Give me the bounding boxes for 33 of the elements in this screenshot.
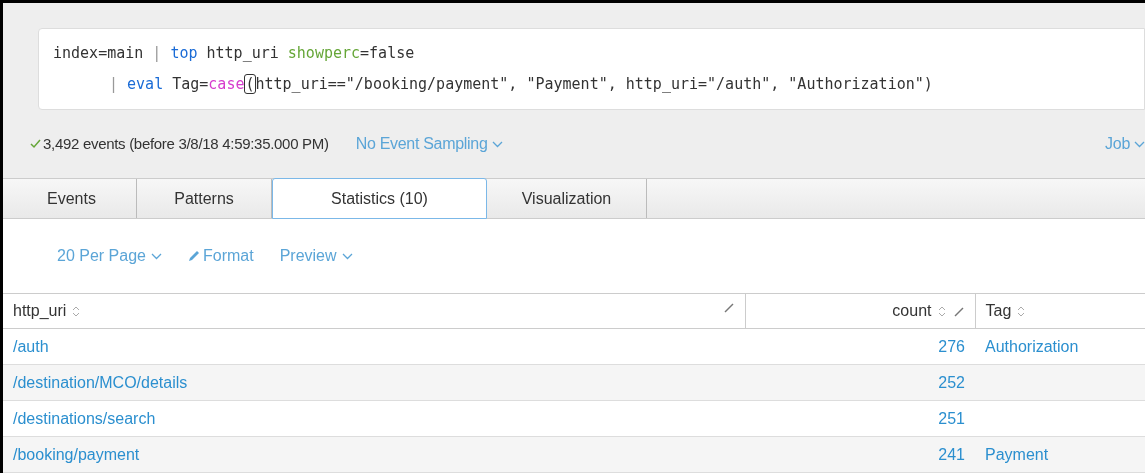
table-cell-link[interactable]: 276	[938, 337, 965, 355]
sort-icon	[1017, 305, 1026, 317]
query-line: index=main | top http_uri showperc=false	[53, 43, 416, 64]
per-page-dropdown[interactable]: 20 Per Page	[57, 244, 162, 269]
search-query-field[interactable]: index=main | top http_uri showperc=false | eval Tag=case(http_uri=="/booking/payment", "Payment", http_uri="/auth", "Authorization")	[38, 28, 1145, 110]
table-cell-link[interactable]: Payment	[985, 445, 1049, 463]
column-header[interactable]: Tag	[975, 293, 1145, 329]
tab[interactable]: Events	[7, 179, 137, 219]
check-icon	[30, 139, 41, 149]
query-line: | eval Tag=case(http_uri=="/booking/payment", "Payment", http_uri="/auth", "Authorization")	[108, 73, 934, 96]
tab[interactable]: Statistics (10)	[272, 178, 487, 220]
column-header[interactable]: http_uri	[3, 293, 745, 329]
preview-dropdown[interactable]: Preview	[279, 244, 353, 269]
chevron-down-icon	[491, 140, 503, 148]
column-header[interactable]: count	[745, 293, 975, 329]
table-cell-link[interactable]: /destinations/search	[13, 409, 156, 427]
sort-icon	[72, 305, 81, 317]
table-cell-link[interactable]: /auth	[13, 337, 49, 355]
format-button[interactable]: Format	[187, 244, 254, 269]
table-cell-link[interactable]: 251	[938, 409, 965, 427]
event-count-text: 3,492 events (before 3/8/18 4:59:35.000 PM)	[43, 133, 329, 154]
table-cell-link[interactable]: 241	[938, 445, 965, 463]
sort-icon	[937, 305, 946, 317]
table-cell-link[interactable]: /destination/MCO/details	[13, 373, 188, 391]
tab[interactable]: Visualization	[487, 179, 647, 219]
chevron-down-icon	[341, 252, 353, 260]
table-cell-link[interactable]: 252	[938, 373, 965, 391]
table-cell-link[interactable]: Authorization	[985, 337, 1079, 355]
chevron-down-icon	[1134, 140, 1145, 148]
job-menu[interactable]: Job	[1105, 132, 1145, 156]
table-cell-link[interactable]: /booking/payment	[13, 445, 140, 463]
chevron-down-icon	[150, 252, 162, 260]
sampling-dropdown[interactable]: No Event Sampling	[355, 132, 503, 156]
